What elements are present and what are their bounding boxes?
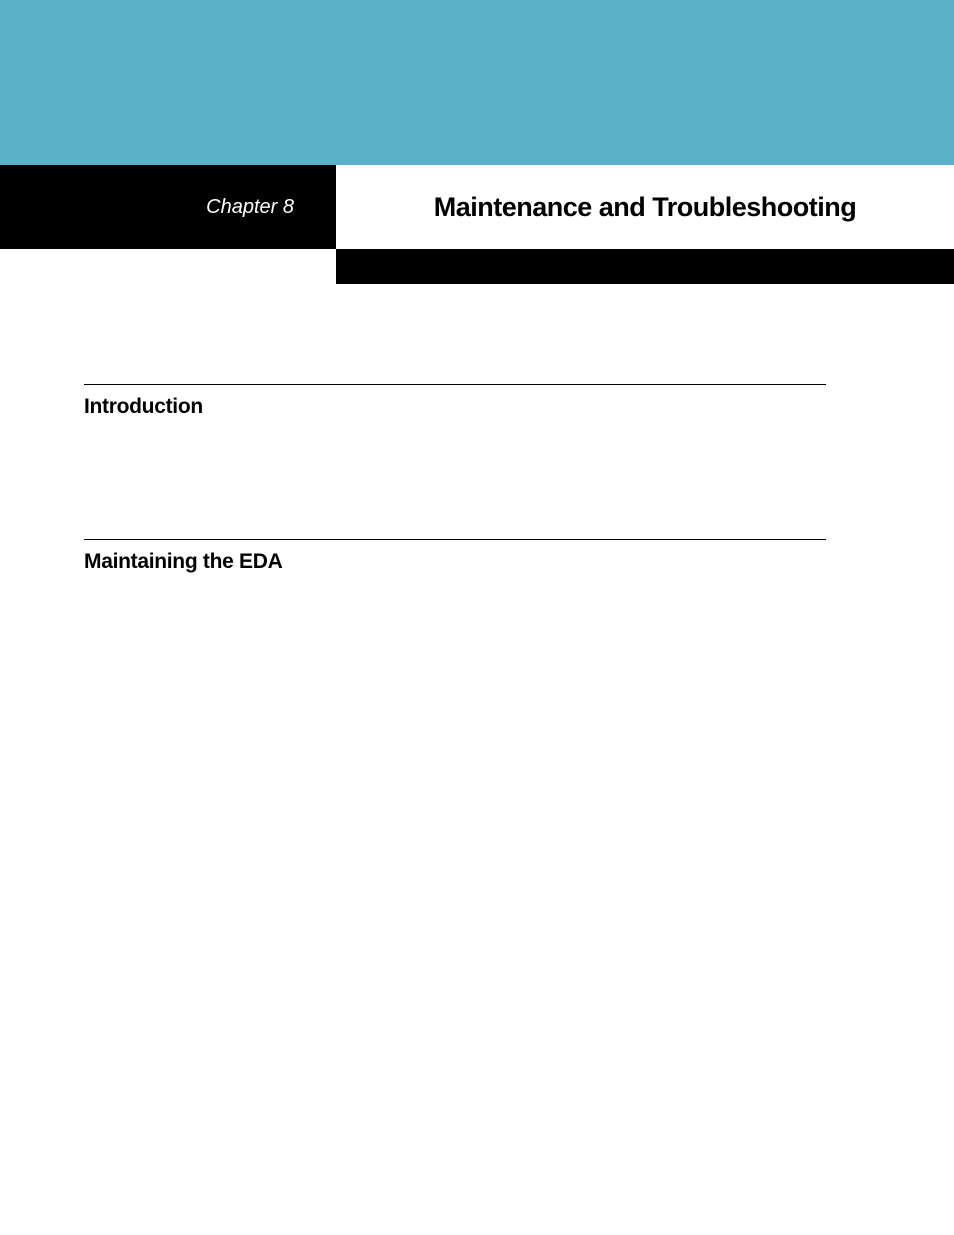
section-maintaining: Maintaining the EDA — [84, 539, 826, 574]
chapter-label: Chapter 8 — [206, 196, 294, 219]
chapter-title: Maintenance and Troubleshooting — [434, 192, 857, 223]
section-introduction: Introduction — [84, 384, 826, 419]
chapter-label-box: Chapter 8 — [0, 165, 336, 249]
top-banner — [0, 0, 954, 165]
heading-maintaining: Maintaining the EDA — [84, 550, 826, 574]
page-content: Introduction Maintaining the EDA — [0, 284, 954, 574]
header-row: Chapter 8 Maintenance and Troubleshootin… — [0, 165, 954, 249]
black-bar — [336, 249, 954, 284]
heading-introduction: Introduction — [84, 395, 826, 419]
chapter-title-box: Maintenance and Troubleshooting — [336, 165, 954, 249]
